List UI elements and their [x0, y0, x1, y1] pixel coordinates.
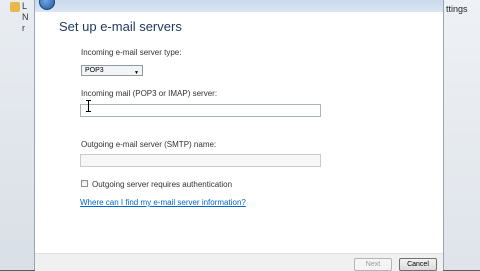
text-cursor-icon	[86, 100, 91, 112]
next-button[interactable]: Next	[354, 258, 392, 271]
background-text: r	[22, 23, 25, 33]
title-bar	[35, 0, 443, 12]
auth-checkbox-label[interactable]: Outgoing server requires authentication	[92, 180, 232, 189]
background-window-right: ttings	[444, 0, 480, 270]
folder-icon	[10, 2, 20, 12]
page-title: Set up e-mail servers	[59, 19, 182, 34]
incoming-type-label: Incoming e-mail server type:	[81, 48, 182, 57]
help-link[interactable]: Where can I find my e-mail server inform…	[80, 198, 246, 207]
incoming-type-select[interactable]: POP3 ▼	[81, 65, 143, 76]
outgoing-server-label: Outgoing e-mail server (SMTP) name:	[81, 140, 217, 149]
background-window-left: L N r	[0, 0, 34, 270]
background-text: ttings	[446, 4, 468, 14]
background-text: N	[22, 12, 29, 22]
cancel-button[interactable]: Cancel	[399, 258, 437, 271]
incoming-server-input[interactable]	[80, 104, 321, 117]
background-text: L	[22, 1, 28, 11]
setup-email-servers-dialog: Set up e-mail servers Incoming e-mail se…	[34, 0, 444, 271]
chevron-down-icon: ▼	[134, 70, 139, 76]
dialog-footer: Next Cancel	[35, 253, 443, 271]
incoming-server-label: Incoming mail (POP3 or IMAP) server:	[81, 89, 218, 98]
outgoing-server-input[interactable]	[80, 154, 321, 167]
incoming-type-value: POP3	[85, 67, 104, 74]
auth-checkbox[interactable]	[81, 180, 88, 187]
